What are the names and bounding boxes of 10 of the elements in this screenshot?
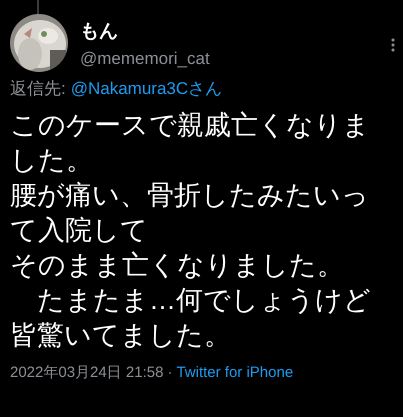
timestamp: 2022年03月24日 21:58 — [10, 363, 164, 383]
separator: · — [167, 363, 172, 383]
thread-line — [37, 0, 39, 14]
more-icon[interactable] — [391, 38, 395, 52]
source-link[interactable]: Twitter for iPhone — [176, 363, 294, 383]
mention-link[interactable]: @Nakamura3Cさん — [70, 78, 222, 100]
tweet-text: このケースで親戚亡くなりま した。 腰が痛い、骨折したみたいっ て入院して そのまま亡くなりました。 たまたま…何でしょうけど 皆驚いてました。 — [9, 109, 372, 352]
user-handle: @mememori_cat — [80, 48, 211, 70]
reply-label: 返信先: — [10, 78, 66, 100]
display-name: もん — [80, 20, 119, 44]
